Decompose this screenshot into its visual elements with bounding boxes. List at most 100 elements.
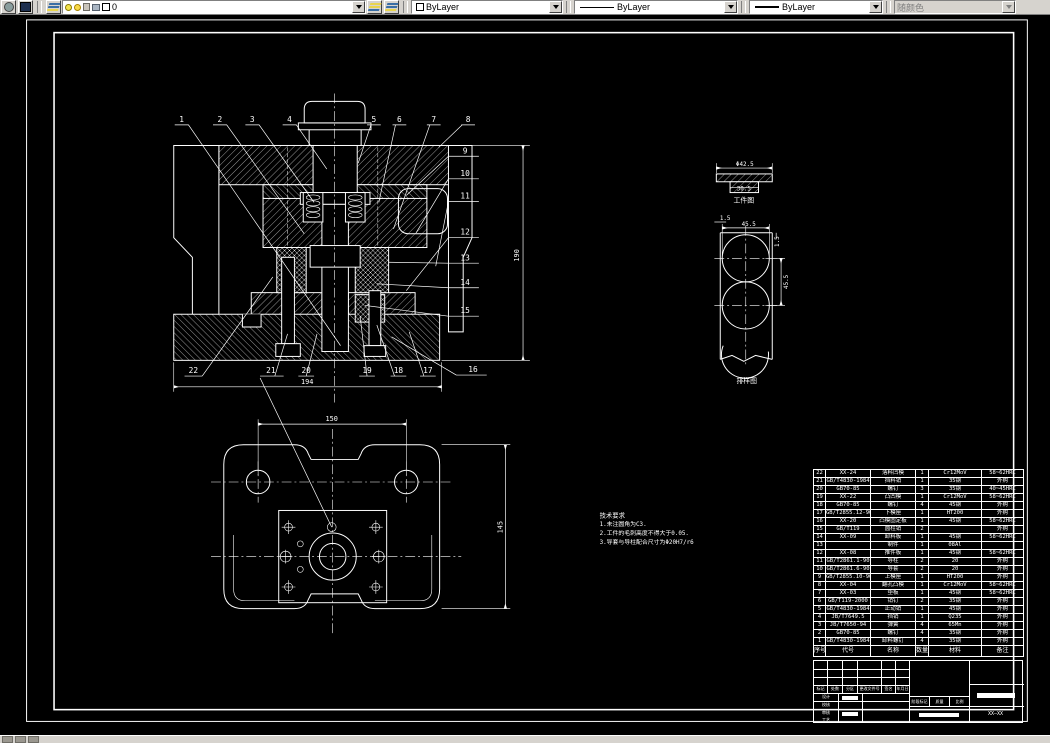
cell-mat: 45钢 <box>928 589 982 598</box>
cell-code: GB/T2855.10-90 <box>825 573 871 582</box>
bom-row: 17 GB/T2855.12-90 下模座 1 HT200 外购 <box>813 509 1024 518</box>
cell-qty: 1 <box>915 517 929 526</box>
cell-qty: 1 <box>915 549 929 558</box>
cell-qty: 2 <box>915 565 929 574</box>
lineweight-combobox[interactable]: ByLayer <box>749 0 883 14</box>
dim-strip-pitch: 45.5 <box>784 274 790 289</box>
cell-code: GB/T2861.1-90 <box>825 557 871 566</box>
cell-qty: 1 <box>915 589 929 598</box>
callout-1: 1 <box>179 115 184 124</box>
layers-down-icon <box>384 2 399 12</box>
bulb-icon <box>65 3 72 11</box>
lineweight-dropdown-arrow[interactable] <box>869 1 882 13</box>
gear-icon <box>3 2 14 12</box>
layer-previous-button[interactable] <box>384 0 399 14</box>
dim-workpiece-inner: 30.5 <box>737 187 752 193</box>
cell-name: 制件 <box>870 541 916 550</box>
status-block[interactable] <box>28 736 39 743</box>
separator <box>886 1 891 13</box>
color-swatch <box>416 3 424 11</box>
cell-name: 卸料板 <box>870 533 916 542</box>
cell-qty: 1 <box>915 493 929 502</box>
bom-row: 15 GB/T119 圆柱销 2 外购 <box>813 525 1024 534</box>
cell-name: 凸模固定板 <box>870 517 916 526</box>
layer-combobox[interactable]: 0 <box>62 0 366 14</box>
cell-note: 58~62HRC <box>981 493 1024 502</box>
tb-label-zone: 分区 <box>846 686 854 691</box>
cell-note: 外购 <box>981 605 1024 614</box>
cell-mat: 08Al <box>928 541 982 550</box>
bom-header-code: 代号 <box>825 645 871 657</box>
cell-no: 17 <box>813 509 826 518</box>
cell-name: 止动销 <box>870 605 916 614</box>
cell-no: 6 <box>813 597 826 606</box>
bom-header-qty: 数量 <box>915 645 929 657</box>
plan-view: 150 145 <box>211 415 511 637</box>
cell-code: GB/T4830-1984 <box>825 637 871 646</box>
lock-icon <box>83 3 90 11</box>
plot-settings-button[interactable] <box>1 0 16 14</box>
callout-14: 14 <box>460 278 470 287</box>
linetype-combobox[interactable]: ByLayer <box>574 0 738 14</box>
layer-name: 0 <box>112 2 118 12</box>
cell-mat: 65Mn <box>928 621 982 630</box>
bom-row: 3 JB/T7650-94 弹簧 4 65Mn 外购 <box>813 621 1024 630</box>
cell-code <box>825 541 871 550</box>
tb-label-doc: 更改文件号 <box>859 686 880 691</box>
bom-row: 22 XX-24 落料凹模 1 Cr12MoV 58~62HRC <box>813 469 1024 478</box>
bom-header-no: 序号 <box>813 645 826 657</box>
cell-code: XX-24 <box>825 469 871 478</box>
color-combobox[interactable]: ByLayer <box>411 0 563 14</box>
dim-workpiece-dia: Φ42.5 <box>736 162 754 168</box>
cell-note: 58~62HRC <box>981 589 1024 598</box>
autocad-window: { "toolbar": { "layer": { "name": "0" },… <box>0 0 1050 743</box>
tb-label-date: 年月日 <box>896 686 909 691</box>
make-layer-current-button[interactable] <box>367 0 382 14</box>
cell-mat <box>928 525 982 534</box>
section-view: 190 194 1 2 3 4 5 6 7 8 9 10 11 12 13 14… <box>173 93 530 528</box>
cell-mat: Cr12MoV <box>928 493 982 502</box>
cell-no: 13 <box>813 541 826 550</box>
tb-label-process: 工艺 <box>822 716 830 722</box>
cell-note: 外购 <box>981 621 1024 630</box>
color-dropdown-arrow[interactable] <box>549 1 562 13</box>
plot-style-dropdown-arrow <box>1002 1 1015 13</box>
bom-header-note: 备注 <box>981 645 1024 657</box>
cell-name: 垫板 <box>870 589 916 598</box>
cell-qty: 4 <box>915 621 929 630</box>
linetype-dropdown-arrow[interactable] <box>724 1 737 13</box>
tech-line-1: 1.未注圆角为C3. <box>600 520 647 528</box>
bom-row: 5 GB/T4830-1984 止动销 1 45钢 外购 <box>813 605 1024 614</box>
bom-header-row: 序号 代号 名称 数量 材料 备注 <box>813 645 1024 657</box>
cell-note: 外购 <box>981 629 1024 638</box>
image-button[interactable] <box>18 0 33 14</box>
callout-19: 19 <box>362 366 372 375</box>
cell-note: 外购 <box>981 525 1024 534</box>
callout-20: 20 <box>301 366 311 375</box>
cell-note: 外购 <box>981 613 1024 622</box>
cell-code: JB/T7649.5 <box>825 613 871 622</box>
tb-label-check: 校核 <box>822 702 830 707</box>
cell-qty: 1 <box>915 477 929 486</box>
cell-code: GB70-85 <box>825 501 871 510</box>
status-block[interactable] <box>15 736 26 743</box>
cell-note: 外购 <box>981 597 1024 606</box>
cell-code: XX-22 <box>825 493 871 502</box>
tech-line-3: 3.导套与导柱配合尺寸为Φ20H7/r6 <box>600 538 695 546</box>
drawing-number: XX—XX <box>987 710 1004 717</box>
title-block: 标记 处数 分区 更改文件号 签名 年月日 设计 校核 审核 工艺 阶段标记 质… <box>813 660 1024 723</box>
cell-name: 螺钉 <box>870 629 916 638</box>
status-block[interactable] <box>2 736 13 743</box>
bom-row: 16 XX-20 凸模固定板 1 45钢 58~62HRC <box>813 517 1024 526</box>
bom-header-mat: 材料 <box>928 645 982 657</box>
cell-qty: 4 <box>915 637 929 646</box>
drawing-title-blob <box>977 693 1015 698</box>
cell-qty: 1 <box>915 541 929 550</box>
workpiece-view-label: 工件图 <box>734 195 755 204</box>
linetype-sample <box>580 6 614 8</box>
cell-code: XX-08 <box>825 549 871 558</box>
cell-mat: 20 <box>928 565 982 574</box>
layer-dropdown-arrow[interactable] <box>352 1 365 13</box>
cell-note: 外购 <box>981 477 1024 486</box>
layers-dialog-button[interactable] <box>46 0 61 14</box>
